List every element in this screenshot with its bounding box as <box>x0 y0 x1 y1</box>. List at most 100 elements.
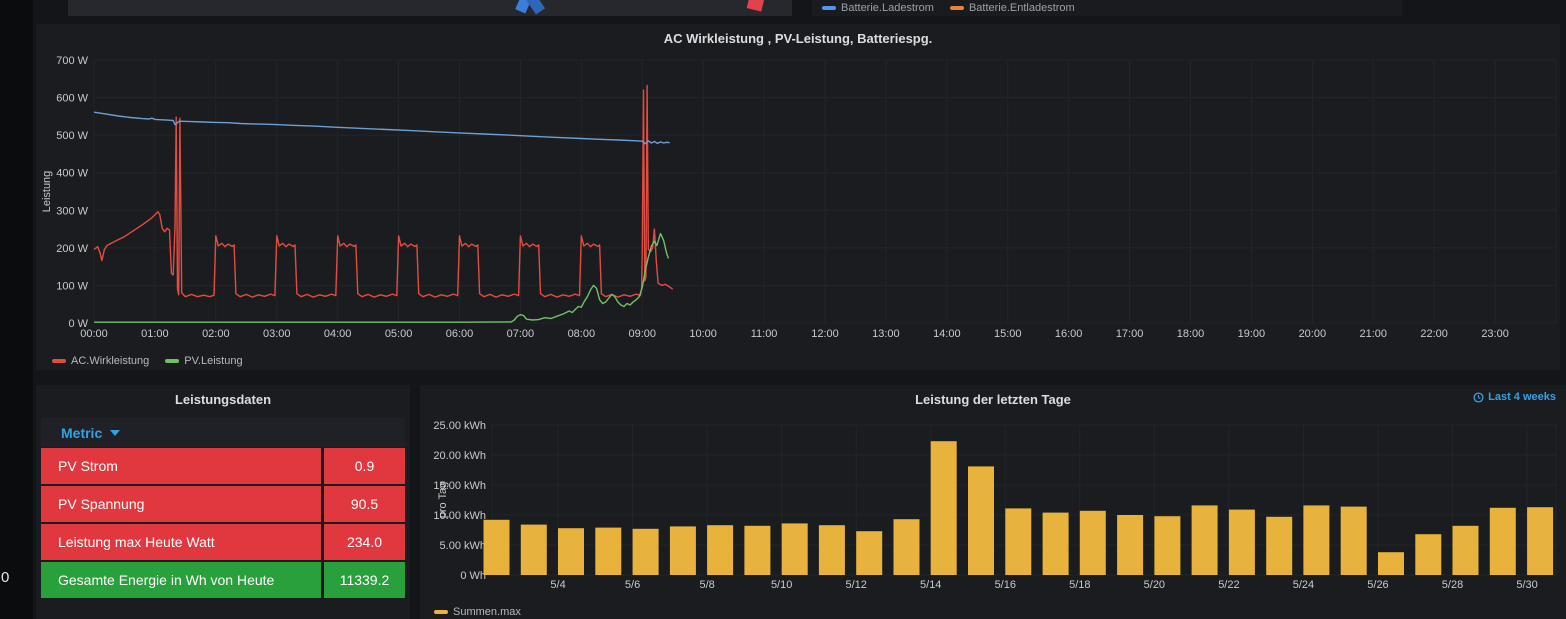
top-cutoff-panel <box>68 0 792 16</box>
time-range-label: Last 4 weeks <box>1488 391 1556 403</box>
metric-row: Leistung max Heute Watt234.0 <box>41 524 405 560</box>
svg-text:5/6: 5/6 <box>625 579 640 591</box>
metric-label: PV Spannung <box>41 486 321 522</box>
time-range-picker[interactable]: Last 4 weeks <box>1473 391 1556 403</box>
panel-ac-wirkleistung: AC Wirkleistung , PV-Leistung, Batteries… <box>36 24 1560 370</box>
top-cutoff-legend-panel: Batterie.Ladestrom Batterie.Entladestrom <box>812 0 1402 16</box>
svg-text:5/10: 5/10 <box>771 579 792 591</box>
left-margin-strip: 0 <box>0 0 33 619</box>
panel-title: AC Wirkleistung , PV-Leistung, Batteries… <box>36 31 1560 46</box>
svg-text:0 Wh: 0 Wh <box>460 570 486 582</box>
gauge-fragment-blue-icon <box>526 0 545 15</box>
svg-text:00:00: 00:00 <box>80 328 108 340</box>
svg-text:5/28: 5/28 <box>1442 579 1463 591</box>
metric-value: 0.9 <box>321 448 405 484</box>
clock-icon <box>1473 392 1484 403</box>
svg-text:600 W: 600 W <box>56 93 88 105</box>
svg-text:08:00: 08:00 <box>568 328 596 340</box>
svg-text:03:00: 03:00 <box>263 328 291 340</box>
panel-title: Leistung der letzten Tage <box>420 392 1566 407</box>
svg-text:25.00 kWh: 25.00 kWh <box>433 420 486 432</box>
legend-dash-icon <box>52 359 66 363</box>
panel-title: Leistungsdaten <box>36 392 410 407</box>
svg-text:5/30: 5/30 <box>1516 579 1537 591</box>
legend-dash-icon <box>434 610 448 614</box>
svg-text:23:00: 23:00 <box>1481 328 1509 340</box>
legend-label: Batterie.Ladestrom <box>841 2 934 14</box>
legend-label: PV.Leistung <box>184 355 242 367</box>
svg-text:09:00: 09:00 <box>628 328 656 340</box>
bar-chart-legend: Summen.max <box>434 601 537 619</box>
metric-row: Gesamte Energie in Wh von Heute11339.2 <box>41 562 405 598</box>
svg-text:100 W: 100 W <box>56 280 88 292</box>
legend-label: Batterie.Entladestrom <box>969 2 1075 14</box>
svg-text:21:00: 21:00 <box>1359 328 1387 340</box>
metric-table-rows: PV Strom0.9PV Spannung90.5Leistung max H… <box>41 448 405 600</box>
svg-text:5/4: 5/4 <box>550 579 565 591</box>
svg-text:400 W: 400 W <box>56 168 88 180</box>
panel-leistung-letzte-tage: Leistung der letzten Tage Last 4 weeks 0… <box>420 385 1566 619</box>
svg-text:300 W: 300 W <box>56 205 88 217</box>
svg-text:06:00: 06:00 <box>446 328 474 340</box>
svg-text:20:00: 20:00 <box>1299 328 1327 340</box>
metric-row: PV Spannung90.5 <box>41 486 405 522</box>
gauge-fragment-red-icon <box>747 0 765 12</box>
svg-text:5.00 kWh: 5.00 kWh <box>440 540 486 552</box>
svg-text:200 W: 200 W <box>56 243 88 255</box>
metric-header-label: Metric <box>61 425 102 441</box>
svg-text:22:00: 22:00 <box>1420 328 1448 340</box>
svg-text:01:00: 01:00 <box>141 328 169 340</box>
panel-leistungsdaten: Leistungsdaten Metric PV Strom0.9PV Span… <box>36 385 410 619</box>
svg-text:5/14: 5/14 <box>920 579 941 591</box>
svg-text:11:00: 11:00 <box>751 328 778 340</box>
legend-item[interactable]: Batterie.Ladestrom <box>822 2 934 14</box>
legend-item[interactable]: AC.Wirkleistung <box>52 355 149 367</box>
legend-dash-icon <box>165 359 179 363</box>
svg-text:16:00: 16:00 <box>1055 328 1083 340</box>
svg-text:5/22: 5/22 <box>1218 579 1239 591</box>
main-chart-svg[interactable]: 0 W100 W200 W300 W400 W500 W600 W700 W00… <box>36 24 1560 370</box>
metric-value: 234.0 <box>321 524 405 560</box>
svg-text:5/16: 5/16 <box>995 579 1016 591</box>
legend-dash-icon <box>950 6 964 10</box>
svg-text:5/8: 5/8 <box>699 579 714 591</box>
svg-text:500 W: 500 W <box>56 130 88 142</box>
svg-text:17:00: 17:00 <box>1116 328 1144 340</box>
clipped-text-fragment: 0 <box>1 569 15 586</box>
svg-text:02:00: 02:00 <box>202 328 230 340</box>
legend-label: Summen.max <box>453 606 521 618</box>
legend-label: AC.Wirkleistung <box>71 355 149 367</box>
svg-text:12:00: 12:00 <box>811 328 839 340</box>
svg-text:19:00: 19:00 <box>1238 328 1266 340</box>
svg-text:07:00: 07:00 <box>507 328 535 340</box>
svg-text:5/24: 5/24 <box>1293 579 1314 591</box>
svg-text:5/26: 5/26 <box>1367 579 1388 591</box>
bar-chart-svg[interactable]: 0 Wh5.00 kWh10.00 kWh15.00 kWh20.00 kWh2… <box>420 385 1566 619</box>
metric-value: 90.5 <box>321 486 405 522</box>
svg-text:pro Tag: pro Tag <box>437 482 449 519</box>
metric-label: PV Strom <box>41 448 321 484</box>
legend-dash-icon <box>822 6 836 10</box>
battery-legend: Batterie.Ladestrom Batterie.Entladestrom <box>822 0 1091 15</box>
metric-row: PV Strom0.9 <box>41 448 405 484</box>
svg-text:20.00 kWh: 20.00 kWh <box>433 450 486 462</box>
metric-label: Leistung max Heute Watt <box>41 524 321 560</box>
main-chart-legend: AC.Wirkleistung PV.Leistung <box>52 350 259 368</box>
svg-text:14:00: 14:00 <box>933 328 961 340</box>
legend-item[interactable]: Summen.max <box>434 606 521 618</box>
svg-text:05:00: 05:00 <box>385 328 413 340</box>
svg-text:Leistung: Leistung <box>41 171 53 213</box>
legend-item[interactable]: Batterie.Entladestrom <box>950 2 1075 14</box>
svg-text:18:00: 18:00 <box>1177 328 1205 340</box>
svg-text:5/18: 5/18 <box>1069 579 1090 591</box>
svg-text:10:00: 10:00 <box>689 328 717 340</box>
svg-text:5/12: 5/12 <box>845 579 866 591</box>
metric-value: 11339.2 <box>321 562 405 598</box>
svg-text:13:00: 13:00 <box>872 328 900 340</box>
svg-text:04:00: 04:00 <box>324 328 352 340</box>
caret-down-icon <box>110 430 120 436</box>
metric-column-header[interactable]: Metric <box>41 418 405 447</box>
svg-text:15:00: 15:00 <box>994 328 1022 340</box>
svg-text:700 W: 700 W <box>56 55 88 67</box>
legend-item[interactable]: PV.Leistung <box>165 355 242 367</box>
